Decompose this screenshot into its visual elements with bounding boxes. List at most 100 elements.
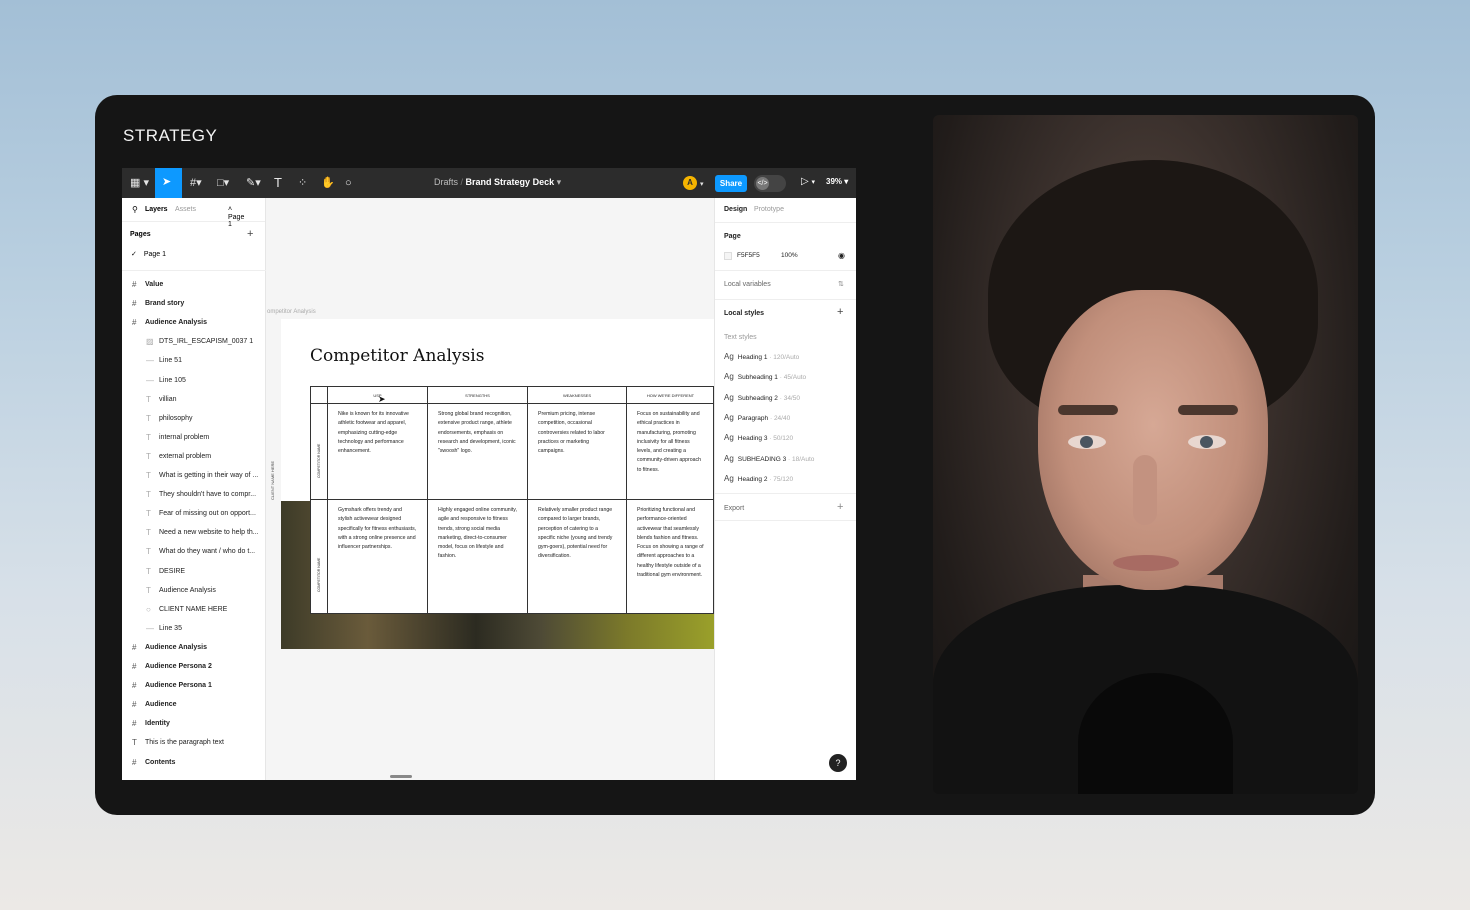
layer-item[interactable]: T Fear of missing out on opport... [122, 505, 266, 523]
layer-item[interactable]: # Identity [122, 715, 266, 733]
frame-label[interactable]: ompetitor Analysis [267, 309, 316, 315]
layer-item[interactable]: T What is getting in their way of ... [122, 467, 266, 485]
image-icon: ▨ [146, 337, 154, 347]
chevron-down-icon[interactable]: ▾ [700, 178, 704, 192]
variables-icon[interactable]: ⇅ [838, 280, 844, 288]
toolbar: ▦ ▾ ➤ #▾ □▾ ✎▾ T ⁘ ✋ ○ Drafts / Brand St… [122, 168, 856, 198]
layer-item[interactable]: ○ CLIENT NAME HERE [122, 601, 266, 619]
layer-label: Audience Analysis [145, 643, 207, 651]
tab-layers[interactable]: Layers [145, 206, 168, 213]
layer-item[interactable]: ▨ DTS_IRL_ESCAPISM_0037 1 [122, 333, 266, 351]
page-item[interactable]: ✓ Page 1 [131, 250, 166, 258]
file-name[interactable]: Brand Strategy Deck [466, 177, 555, 187]
tab-prototype[interactable]: Prototype [754, 206, 784, 213]
add-export-icon[interactable]: + [837, 501, 843, 513]
layer-item[interactable]: T What do they want / who do t... [122, 543, 266, 561]
present-button[interactable]: ▷ ▾ [801, 176, 815, 187]
layer-item[interactable]: # Audience Analysis [122, 314, 266, 332]
comment-tool-icon[interactable]: ○ [345, 176, 352, 190]
text-style-icon: Ag [724, 453, 734, 463]
layer-item[interactable]: Tinternal problem [122, 429, 266, 447]
layer-item[interactable]: Tvillian [122, 391, 266, 409]
layer-label: They shouldn't have to compr... [159, 491, 257, 499]
table-cell: Relatively smaller product range compare… [528, 500, 627, 614]
layer-item[interactable]: # Value [122, 276, 266, 294]
shape-tool-icon[interactable]: □▾ [217, 176, 229, 190]
text-style-item[interactable]: Ag Subheading 2 · 34/50 [724, 393, 800, 402]
page-opacity-value[interactable]: 100% [781, 252, 798, 259]
avatar[interactable]: A [683, 176, 697, 190]
breadcrumb[interactable]: Drafts / Brand Strategy Deck ▾ [434, 177, 561, 188]
share-button[interactable]: Share [715, 175, 747, 192]
text-tool-icon[interactable]: T [274, 176, 282, 190]
presentation-frame: STRATEGY ▦ ▾ ➤ #▾ □▾ ✎▾ T ⁘ ✋ ○ Drafts /… [95, 95, 1375, 815]
text-style-item[interactable]: Ag SUBHEADING 3 · 18/Auto [724, 454, 814, 463]
text-style-item[interactable]: Ag Subheading 1 · 45/Auto [724, 372, 806, 381]
text-style-item[interactable]: Ag Heading 1 · 120/Auto [724, 352, 799, 361]
canvas[interactable]: ompetitor Analysis Competitor Analysis C… [267, 198, 714, 780]
search-icon[interactable]: ⚲ [132, 205, 138, 214]
local-variables-label[interactable]: Local variables [724, 281, 771, 288]
pages-heading: Pages [130, 231, 151, 238]
text-icon: T [146, 528, 151, 538]
figma-window: ▦ ▾ ➤ #▾ □▾ ✎▾ T ⁘ ✋ ○ Drafts / Brand St… [122, 168, 856, 780]
resources-icon[interactable]: ⁘ [298, 176, 307, 190]
layer-item[interactable]: T Need a new website to help th... [122, 524, 266, 542]
competitor-table: USP STRENGTHS WEAKNESSES HOW WE'RE DIFFEREN… [310, 386, 714, 614]
check-icon: ✓ [131, 251, 137, 258]
layer-item[interactable]: # Brand story [122, 295, 266, 313]
page-selector[interactable]: Page 1 ˄ [228, 206, 244, 228]
layer-label: internal problem [159, 433, 210, 441]
layer-item[interactable]: T This is the paragraph text [122, 734, 266, 752]
layer-item[interactable]: T Audience Analysis [122, 582, 266, 600]
text-style-item[interactable]: Ag Paragraph · 24/40 [724, 413, 790, 422]
line-icon: — [146, 375, 154, 385]
layer-item[interactable]: — Line 105 [122, 372, 266, 390]
nose [1133, 455, 1157, 525]
tab-assets[interactable]: Assets [175, 206, 196, 213]
scrollbar[interactable] [390, 775, 412, 778]
page-color-value[interactable]: F5F5F5 [737, 252, 760, 259]
page-color-swatch[interactable] [724, 252, 732, 260]
text-style-spec: 18/Auto [791, 455, 815, 463]
text-icon: T [146, 451, 151, 461]
main-menu-icon[interactable]: ▦ ▾ [130, 176, 149, 190]
layer-item[interactable]: # Audience [122, 696, 266, 714]
text-style-item[interactable]: Ag Heading 2 · 75/120 [724, 474, 793, 483]
layer-item[interactable]: T DESIRE [122, 563, 266, 581]
layer-item[interactable]: — Line 51 [122, 352, 266, 370]
layer-label: Contents [145, 758, 176, 766]
hand-tool-icon[interactable]: ✋ [321, 176, 335, 190]
layer-label: Audience [145, 701, 177, 709]
help-button[interactable]: ? [829, 754, 847, 772]
layer-item[interactable]: T They shouldn't have to compr... [122, 486, 266, 504]
move-tool-button[interactable]: ➤ [155, 168, 182, 198]
text-style-spec: 34/50 [783, 394, 800, 402]
layer-label: DTS_IRL_ESCAPISM_0037 1 [159, 338, 254, 346]
tab-design[interactable]: Design [724, 206, 747, 213]
pen-tool-icon[interactable]: ✎▾ [246, 176, 261, 190]
frame-tool-icon[interactable]: #▾ [190, 176, 202, 190]
add-page-icon[interactable]: + [247, 228, 253, 240]
mouth [1113, 555, 1179, 571]
text-style-icon: Ag [724, 473, 734, 483]
add-style-icon[interactable]: + [837, 306, 843, 318]
layer-item[interactable]: # Contents [122, 754, 266, 772]
dev-mode-toggle[interactable]: </> [754, 175, 786, 192]
layer-item[interactable]: # Audience Persona 1 [122, 677, 266, 695]
layer-item[interactable]: — Line 35 [122, 620, 266, 638]
text-icon: T [146, 432, 151, 442]
breadcrumb-parent[interactable]: Drafts [434, 177, 458, 187]
competitor-analysis-board[interactable]: Competitor Analysis CLIENT NAME HERE USP… [270, 319, 714, 649]
layer-item[interactable]: # Audience Analysis [122, 639, 266, 657]
layer-item[interactable]: Texternal problem [122, 448, 266, 466]
eye-icon[interactable]: ◉ [838, 251, 845, 260]
text-style-name: Subheading 1 [737, 374, 778, 382]
frame-icon: # [132, 700, 137, 710]
text-icon: T [146, 509, 151, 519]
layer-item[interactable]: Tphilosophy [122, 410, 266, 428]
text-style-name: Heading 3 [737, 435, 768, 443]
layer-item[interactable]: # Audience Persona 2 [122, 658, 266, 676]
text-style-item[interactable]: Ag Heading 3 · 50/120 [724, 433, 793, 442]
zoom-level[interactable]: 39% ▾ [826, 177, 848, 186]
